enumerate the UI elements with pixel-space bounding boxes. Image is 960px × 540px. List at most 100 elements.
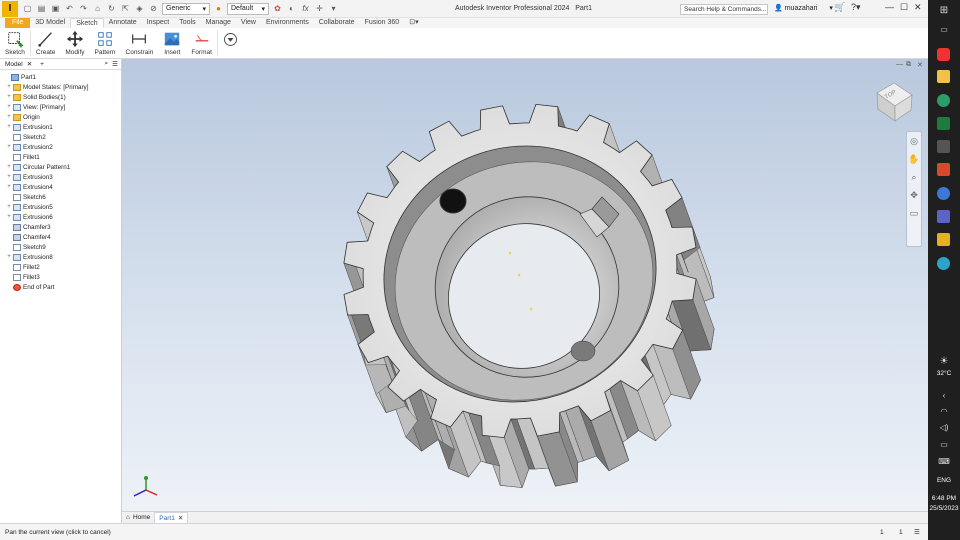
ribbon-tab-3d-model[interactable]: 3D Model	[30, 18, 70, 28]
help-icon[interactable]: ?▾	[851, 2, 861, 13]
network-icon[interactable]: ◠	[928, 407, 960, 416]
expand-icon[interactable]: +	[6, 114, 12, 120]
start-icon[interactable]: ⊞	[928, 5, 960, 16]
browser-node[interactable]: + Extrusion1	[0, 122, 121, 132]
user-account[interactable]: 👤 muazahari ▾	[774, 4, 833, 13]
maximize-icon[interactable]: ☐	[900, 2, 908, 13]
browser-node[interactable]: Sketch6	[0, 192, 121, 202]
view-cube[interactable]: TOP	[876, 82, 913, 122]
volume-icon[interactable]: ◁)	[928, 423, 960, 432]
expand-icon[interactable]: +	[6, 254, 12, 260]
clear-override-icon[interactable]: ⊘	[148, 3, 159, 14]
look-at-icon[interactable]: ▭	[907, 204, 921, 222]
expand-icon[interactable]: +	[6, 204, 12, 210]
orbit-icon[interactable]: ✥	[907, 186, 921, 204]
close-icon[interactable]: ✕	[914, 2, 922, 13]
customize-dropdown-icon[interactable]: ▾	[328, 3, 339, 14]
browser-node[interactable]: + Extrusion6	[0, 212, 121, 222]
cart-icon[interactable]: 🛒	[834, 2, 845, 13]
expand-icon[interactable]: +	[6, 104, 12, 110]
expand-icon[interactable]: +	[6, 124, 12, 130]
close-icon[interactable]: ✕	[178, 513, 183, 524]
viewport-restore-icon[interactable]: ⧉	[906, 61, 911, 69]
office-icon[interactable]	[937, 163, 950, 176]
expand-icon[interactable]: +	[6, 94, 12, 100]
open-folder-icon[interactable]: ▤	[36, 3, 47, 14]
browser-node[interactable]: + View: [Primary]	[0, 102, 121, 112]
browser-tab-model[interactable]: Model	[5, 61, 23, 68]
menu-icon[interactable]: ☰	[112, 60, 118, 68]
browser-node[interactable]: + Solid Bodies(1)	[0, 92, 121, 102]
browser-node[interactable]: + Origin	[0, 112, 121, 122]
inventor-taskbar-icon[interactable]	[937, 233, 950, 246]
material-combo[interactable]: Default ▾	[227, 2, 269, 15]
ribbon-more-tabs-icon[interactable]: ⊡▾	[404, 18, 423, 28]
ribbon-tab-environments[interactable]: Environments	[261, 18, 314, 28]
browser-node[interactable]: Chamfer4	[0, 232, 121, 242]
browser-node[interactable]: + Model States: [Primary]	[0, 82, 121, 92]
expand-icon[interactable]: +	[6, 144, 12, 150]
appearance-icon[interactable]: ◈	[134, 3, 145, 14]
search-icon[interactable]: ⌕	[105, 60, 109, 68]
browser-node[interactable]: + Extrusion5	[0, 202, 121, 212]
language-indicator[interactable]: ENG	[928, 477, 960, 484]
browser-node[interactable]: + Extrusion4	[0, 182, 121, 192]
ribbon-tab-annotate[interactable]: Annotate	[104, 18, 142, 28]
app-icon[interactable]	[937, 140, 950, 153]
viewport-close-icon[interactable]: ✕	[917, 61, 923, 69]
browser-node[interactable]: Sketch2	[0, 132, 121, 142]
zoom-icon[interactable]: ⌕	[907, 168, 921, 186]
ribbon-tab-collaborate[interactable]: Collaborate	[314, 18, 360, 28]
browser-node[interactable]: + Extrusion2	[0, 142, 121, 152]
help-search-input[interactable]: Search Help & Commands...	[680, 4, 768, 15]
expand-icon[interactable]: +	[6, 84, 12, 90]
expand-icon[interactable]: +	[6, 174, 12, 180]
modify-button[interactable]: Modify	[60, 28, 89, 57]
new-file-icon[interactable]: ▢	[22, 3, 33, 14]
youtube-icon[interactable]	[937, 48, 950, 61]
doc-tab-home[interactable]: ⌂ Home	[122, 512, 154, 523]
browser-node[interactable]: Fillet3	[0, 272, 121, 282]
add-icon[interactable]: ✛	[314, 3, 325, 14]
browser-icon[interactable]	[937, 257, 950, 270]
parameters-icon[interactable]: fx	[300, 3, 311, 14]
browser-node[interactable]: + Extrusion8	[0, 252, 121, 262]
clock-time[interactable]: 6:48 PM	[928, 495, 960, 502]
chevron-up-icon[interactable]: ‹	[928, 391, 960, 400]
ribbon-tab-manage[interactable]: Manage	[201, 18, 236, 28]
battery-icon[interactable]: ▭	[928, 440, 960, 449]
insert-button[interactable]: Insert	[158, 28, 186, 57]
ribbon-tab-fusion-360[interactable]: Fusion 360	[360, 18, 405, 28]
graphics-viewport[interactable]: TOP — ⧉ ✕ ◎ ✋ ⌕ ✥ ▭	[122, 59, 928, 511]
format-button[interactable]: Format	[186, 28, 217, 57]
weather-icon[interactable]: ☀	[928, 356, 960, 367]
doc-tab-part1[interactable]: Part1 ✕	[154, 512, 189, 524]
sketch-button[interactable]: Sketch	[0, 28, 30, 57]
select-icon[interactable]: ⇱	[120, 3, 131, 14]
expand-icon[interactable]: +	[6, 164, 12, 170]
pan-icon[interactable]: ✋	[907, 150, 921, 168]
browser-node[interactable]: Part1	[0, 72, 121, 82]
excel-icon[interactable]	[937, 117, 950, 130]
ribbon-tab-inspect[interactable]: Inspect	[142, 18, 175, 28]
browser-node[interactable]: Chamfer3	[0, 222, 121, 232]
browser-node[interactable]: + Extrusion3	[0, 172, 121, 182]
adjust-icon[interactable]: ◐	[286, 3, 297, 14]
minimize-icon[interactable]: —	[885, 2, 894, 12]
ribbon-tab-sketch[interactable]: Sketch	[70, 18, 104, 28]
constrain-button[interactable]: Constrain	[121, 28, 159, 57]
save-icon[interactable]: ▣	[50, 3, 61, 14]
clock-date[interactable]: 25/5/2023	[928, 505, 960, 512]
inventor-logo[interactable]: I	[2, 0, 18, 17]
expand-icon[interactable]: +	[6, 184, 12, 190]
ribbon-more-button[interactable]	[218, 28, 243, 57]
browser-node[interactable]: + Circular Pattern1	[0, 162, 121, 172]
home-icon[interactable]: ⌂	[92, 3, 103, 14]
ribbon-tab-tools[interactable]: Tools	[174, 18, 200, 28]
add-tab-icon[interactable]: +	[40, 61, 44, 68]
close-icon[interactable]: ✕	[27, 60, 32, 68]
keyboard-icon[interactable]: ⌨	[928, 457, 960, 466]
onedrive-icon[interactable]	[937, 187, 950, 200]
teams-icon[interactable]	[937, 210, 950, 223]
create-button[interactable]: Create	[31, 28, 61, 57]
